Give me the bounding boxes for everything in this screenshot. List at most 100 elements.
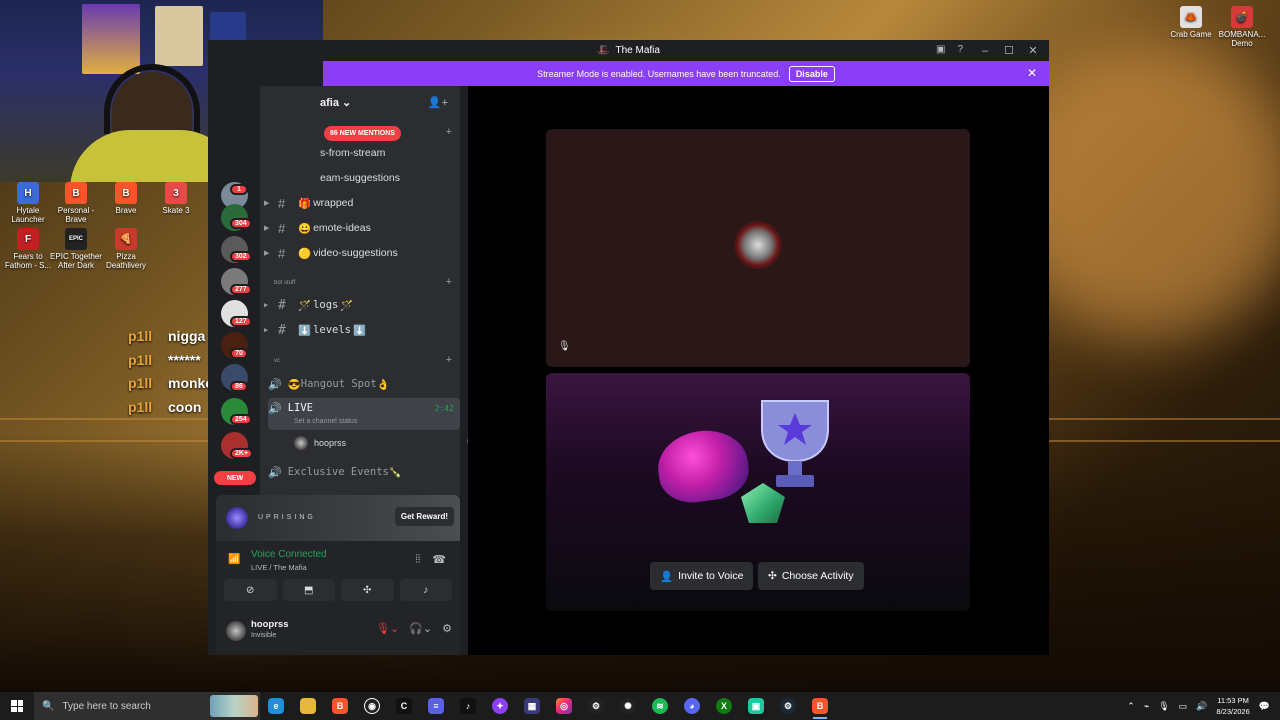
usb-icon[interactable]: ⌁ (1144, 701, 1149, 712)
microphone-icon[interactable]: 🎙 (1158, 701, 1169, 712)
voice-member[interactable]: hooprss 🎙 (294, 432, 484, 454)
avatar[interactable] (226, 621, 246, 641)
taskbar-app-chatgpt[interactable]: ✺ (612, 692, 644, 720)
desktop-icon-personal-brave[interactable]: B Personal - Brave (48, 182, 104, 224)
taskbar-search[interactable]: 🔍 Type here to search (34, 692, 260, 720)
desktop-icon-skate[interactable]: 3 Skate 3 (148, 182, 204, 215)
taskbar-app-steelseries[interactable]: ⚙ (580, 692, 612, 720)
chat-username: p1ll (128, 328, 153, 344)
desktop-icon-crab-game[interactable]: 🦀 Crab Game (1163, 6, 1219, 39)
taskbar-app-capcut[interactable]: C (388, 692, 420, 720)
category-vc[interactable]: vc (274, 358, 280, 364)
close-banner-icon[interactable]: ✕ (1027, 66, 1037, 80)
brave-icon: B (65, 182, 87, 204)
xbox-icon: X (716, 698, 732, 714)
headset (104, 64, 200, 134)
chat-text: ****** (168, 351, 201, 368)
choose-activity-button[interactable]: ✣ Choose Activity (758, 562, 864, 590)
network-icon[interactable]: ▭ (1179, 701, 1188, 712)
mention-badge: 1 (230, 184, 248, 195)
caret-right-icon: ▶ (264, 250, 270, 257)
taskbar-app-obs[interactable]: ◉ (356, 692, 388, 720)
voice-location[interactable]: LIVE / The Mafia (251, 563, 307, 572)
desktop-icon-together-after-dark[interactable]: EPIC EPIC Together After Dark (48, 228, 104, 270)
channel-item[interactable]: ▶ # ⬇️ levels ⬇️ (264, 319, 454, 341)
disconnect-icon[interactable]: ☎ (432, 553, 446, 566)
voice-channel-item[interactable]: 🔊 Exclusive Events 🍾 (268, 460, 460, 484)
taskbar-app-brave[interactable]: B (324, 692, 356, 720)
gear-icon[interactable]: ⚙ (442, 622, 452, 635)
voice-timer: 2:42 (434, 404, 454, 413)
taskbar-app-spotify[interactable]: ≋ (644, 692, 676, 720)
taskbar-app-edge[interactable]: e (260, 692, 292, 720)
taskbar-app-steam[interactable]: ⚙ (772, 692, 804, 720)
close-window-button[interactable]: ✕ (1021, 44, 1045, 57)
voice-status[interactable]: Voice Connected (251, 549, 327, 560)
taskbar-app-calc[interactable]: ▦ (516, 692, 548, 720)
clock[interactable]: 11:53 PM 8/23/2026 (1216, 695, 1249, 717)
chatgpt-icon: ✺ (620, 698, 636, 714)
maximize-button[interactable]: ☐ (997, 44, 1021, 57)
server-name[interactable]: afia ⌄ (320, 96, 351, 109)
volume-icon[interactable]: 🔊 (1196, 701, 1207, 712)
channel-item[interactable]: ▶ # 🟡 video-suggestions (264, 242, 454, 264)
add-channel-icon[interactable]: + (446, 276, 452, 288)
channel-status[interactable]: Set a channel status (294, 418, 357, 425)
invite-to-voice-button[interactable]: 👤 Invite to Voice (650, 562, 754, 590)
taskbar-app-xbox[interactable]: X (708, 692, 740, 720)
taskbar-app-tiktok[interactable]: ♪ (452, 692, 484, 720)
spotify-icon: ≋ (652, 698, 668, 714)
obs-icon: ◉ (364, 698, 380, 714)
chevron-down-icon: ⌄ (342, 97, 352, 109)
add-channel-icon[interactable]: + (446, 126, 452, 138)
taskbar-app-instagram[interactable]: ◎ (548, 692, 580, 720)
capcut-icon: C (396, 698, 412, 714)
server-icon: 🎩 (597, 45, 610, 56)
add-channel-icon[interactable]: + (446, 354, 452, 366)
minimize-button[interactable]: – (973, 45, 997, 57)
invite-people-icon[interactable]: 👤+ (428, 96, 448, 109)
user-tile[interactable]: 🎙 (546, 129, 970, 367)
hytale-icon: H (17, 182, 39, 204)
activities-button[interactable]: ✣ (341, 579, 394, 601)
help-icon[interactable]: ? (957, 44, 963, 55)
desktop-icon-brave[interactable]: B Brave (98, 182, 154, 215)
get-reward-button[interactable]: Get Reward! (394, 507, 454, 526)
taskbar-app-notes[interactable]: ≡ (420, 692, 452, 720)
taskbar-app-brave-active[interactable]: B (804, 692, 836, 720)
channel-item[interactable]: ▶ # 🎁 wrapped (264, 192, 454, 214)
mention-badge: 302 (230, 251, 252, 262)
start-button[interactable] (0, 692, 34, 720)
new-mentions-pill[interactable]: 86 NEW MENTIONS (324, 126, 401, 141)
noise-suppression-icon[interactable]: ⦙⦙ (415, 553, 420, 566)
channel-item[interactable]: ▶ # 🪄 logs 🪄 (264, 294, 454, 316)
clock-time: 11:53 PM (1217, 696, 1249, 705)
window-title: The Mafia (615, 45, 660, 56)
taskbar-app-purple[interactable]: ✦ (484, 692, 516, 720)
chat-message: p1ll nigga (128, 328, 221, 352)
screen-share-button[interactable]: ⬒ (282, 579, 335, 601)
category-bot-stuff[interactable]: bot stuff (274, 280, 295, 286)
desktop-icon-pizza-deathlivery[interactable]: 🍕 Pizza Deathlivery (98, 228, 154, 270)
inbox-icon[interactable]: ▣ (936, 44, 945, 55)
taskbar-app-teal[interactable]: ▣ (740, 692, 772, 720)
desktop-icon-bombana[interactable]: 💣 BOMBANA... Demo (1214, 6, 1270, 48)
channel-item[interactable]: ▶ # 😀 emote-ideas (264, 217, 454, 239)
notifications-icon[interactable]: 💬 (1259, 701, 1270, 712)
voice-stage: 🎙 👤 Invite to Voice ✣ Choose Activity (468, 86, 1049, 655)
hash-icon: # (278, 322, 286, 338)
headphones-icon[interactable]: 🎧⌄ (409, 622, 432, 635)
taskbar-app-discord[interactable]: ◕ (676, 692, 708, 720)
edge-icon: e (268, 698, 284, 714)
chevron-up-icon[interactable]: ⌃ (1127, 701, 1135, 712)
camera-off-button[interactable]: ⊘ (224, 579, 277, 601)
voice-channel-live[interactable]: 🔊 LIVE 2:42 Set a channel status (268, 398, 460, 430)
mic-muted-icon[interactable]: 🎙⌄ (376, 622, 399, 635)
taskbar-app-explorer[interactable] (292, 692, 324, 720)
app-icon: ▦ (524, 698, 540, 714)
username[interactable]: hooprss (251, 619, 288, 630)
disable-streamer-mode-button[interactable]: Disable (788, 65, 835, 82)
new-unreads-pill[interactable]: NEW (214, 471, 256, 485)
soundboard-button[interactable]: ♪ (399, 579, 452, 601)
voice-channel-item[interactable]: 🔊 😎 Hangout Spot 👌 (268, 372, 460, 396)
